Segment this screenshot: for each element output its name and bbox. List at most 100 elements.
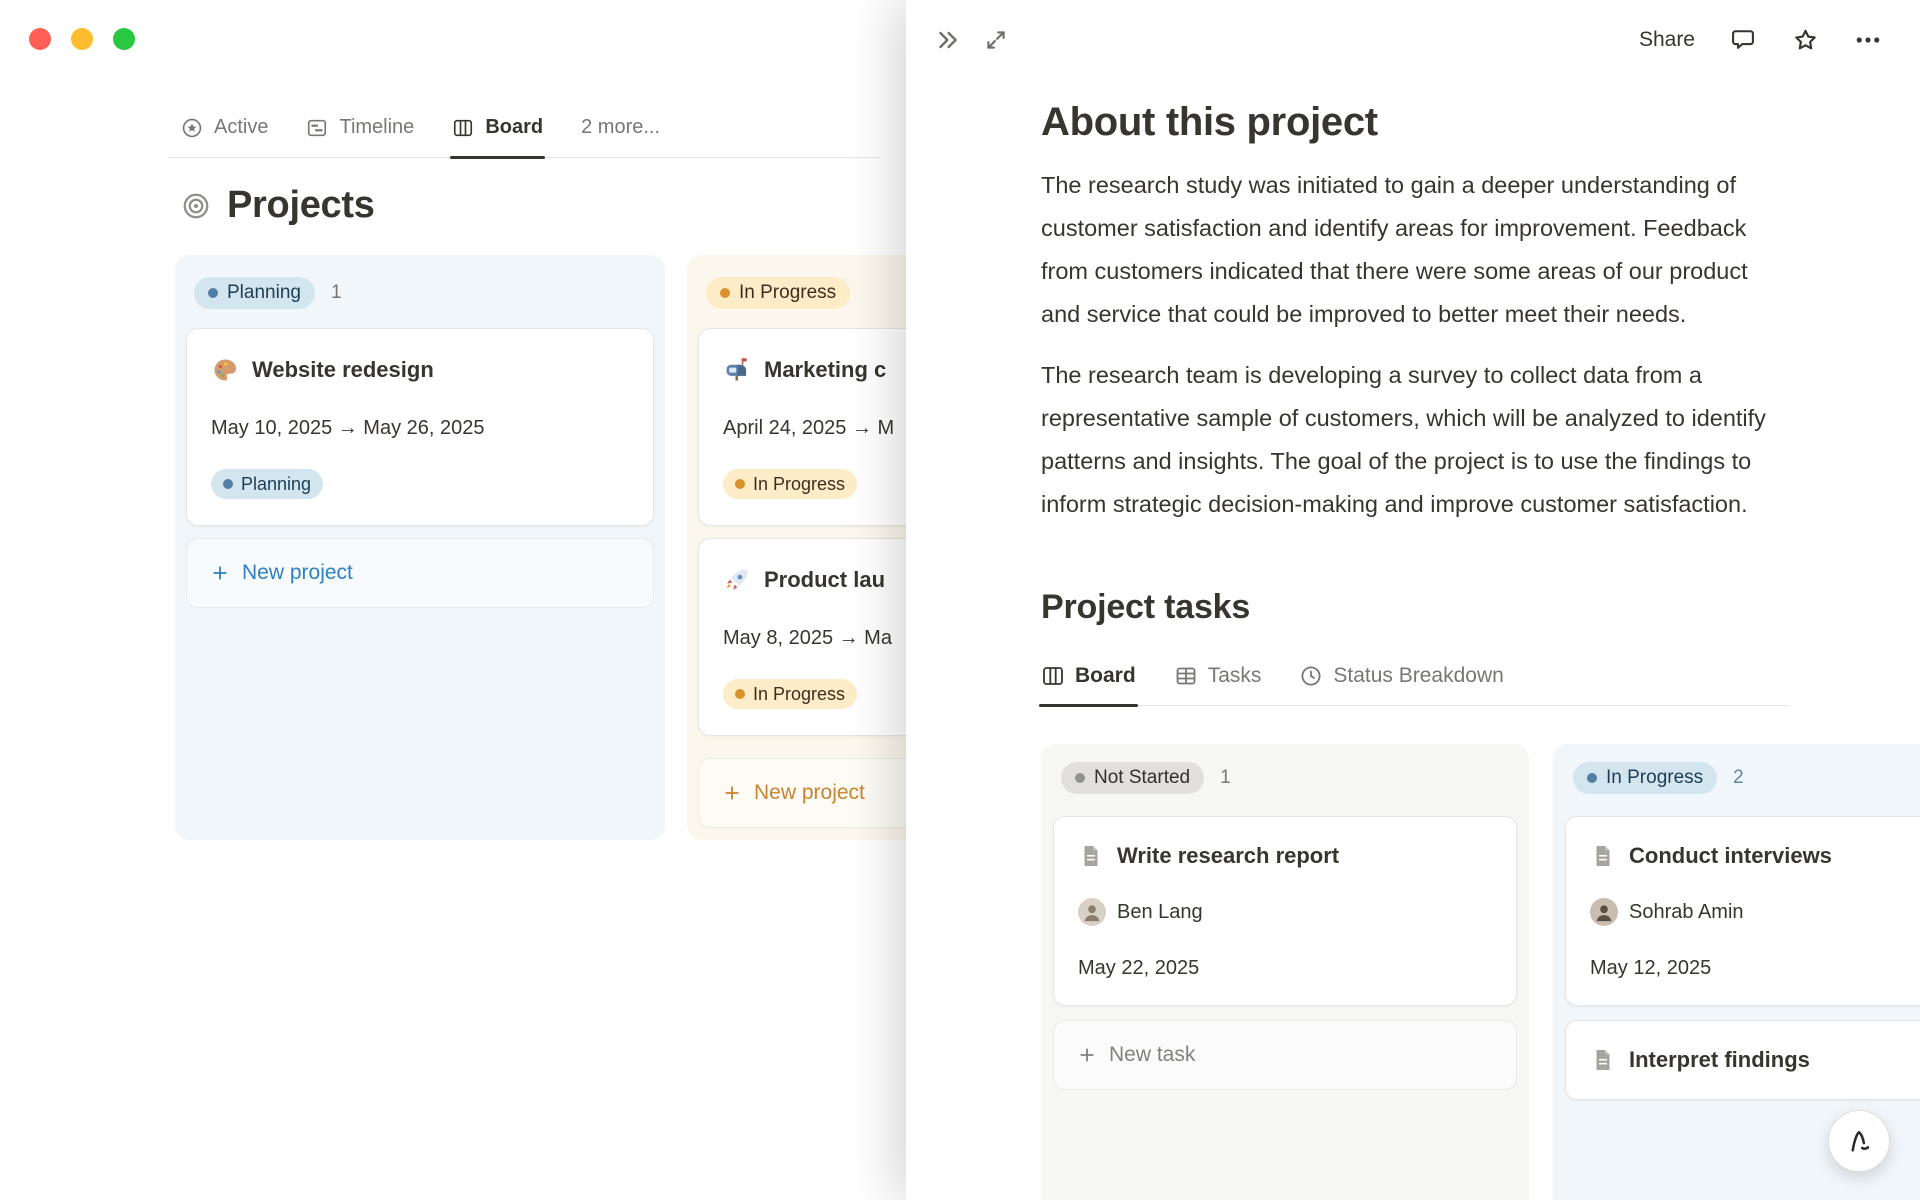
mailbox-icon (726, 358, 747, 381)
task-card-interpret-findings[interactable]: Interpret findings (1565, 1020, 1920, 1100)
tab-status-breakdown[interactable]: Status Breakdown (1299, 664, 1504, 688)
status-label: In Progress (753, 473, 846, 494)
tab-board[interactable]: Board (1039, 664, 1138, 707)
ellipsis-icon (1856, 37, 1880, 43)
double-chevron-right-icon (939, 31, 957, 49)
kanban-column-planning: Planning 1 Website redesign May 10, 2025… (175, 255, 665, 840)
status-dot (1075, 773, 1085, 783)
card-title: Conduct interviews (1629, 843, 1832, 868)
close-peek-button[interactable] (934, 26, 962, 54)
zoom-button[interactable] (113, 28, 135, 50)
card-date: May 12, 2025 (1590, 957, 1712, 979)
status-label: Planning (227, 282, 301, 303)
expand-diagonal-icon (987, 31, 1005, 49)
favorite-button[interactable] (1791, 26, 1820, 55)
assignee-name: Sohrab Amin (1629, 901, 1744, 923)
tab-timeline[interactable]: Timeline (306, 98, 414, 157)
share-button[interactable]: Share (1639, 28, 1695, 52)
more-views-label: 2 more... (581, 116, 661, 138)
paragraph-block[interactable]: The research team is developing a survey… (1041, 354, 1783, 526)
star-outline-icon (1795, 29, 1816, 49)
peek-toolbar: Share (906, 0, 1920, 80)
tab-label: Active (214, 116, 269, 138)
expand-page-button[interactable] (983, 27, 1009, 53)
tasks-kanban-board: Not Started 1 Write research report Ben … (1041, 744, 1920, 1200)
table-icon (1176, 667, 1196, 685)
assignee-name: Ben Lang (1117, 901, 1203, 923)
person-icon (1596, 905, 1612, 922)
status-dot (735, 689, 745, 699)
status-pill-not-started[interactable]: Not Started (1061, 762, 1205, 794)
comments-button[interactable] (1729, 26, 1757, 54)
status-pill-planning[interactable]: Planning (194, 277, 315, 309)
new-task-button[interactable]: New task (1053, 1020, 1517, 1090)
more-options-button[interactable] (1854, 26, 1882, 54)
page-heading[interactable]: About this project (1041, 98, 1920, 146)
card-title: Website redesign (252, 357, 434, 382)
board-icon (454, 119, 473, 136)
target-icon (183, 193, 209, 218)
task-card-conduct-interviews[interactable]: Conduct interviews Sohrab Amin May 12, 2… (1565, 816, 1920, 1006)
status-label: Planning (241, 473, 312, 494)
status-dot (223, 479, 233, 489)
palette-icon (214, 359, 237, 381)
new-project-label: New project (754, 781, 865, 804)
tab-label: Tasks (1207, 664, 1262, 687)
card-title: Marketing c (764, 357, 887, 382)
tab-label: Status Breakdown (1333, 664, 1504, 687)
paragraph-block[interactable]: The research study was initiated to gain… (1041, 164, 1783, 336)
tab-board[interactable]: Board (450, 98, 545, 159)
avatar (1590, 898, 1618, 926)
page-icon (1084, 846, 1098, 866)
card-status-badge: In Progress (723, 679, 858, 709)
column-count: 1 (1220, 767, 1231, 788)
status-label: In Progress (753, 683, 846, 704)
card-title: Interpret findings (1629, 1047, 1810, 1072)
card-title: Write research report (1117, 843, 1340, 868)
plus-icon (725, 786, 739, 800)
card-title: Product lau (764, 567, 886, 592)
status-dot (208, 288, 218, 298)
card-date: May 22, 2025 (1078, 957, 1200, 979)
minimize-button[interactable] (71, 28, 93, 50)
task-card-write-research-report[interactable]: Write research report Ben Lang May 22, 2… (1053, 816, 1517, 1006)
status-pill-in-progress[interactable]: In Progress (1573, 762, 1718, 794)
new-task-label: New task (1109, 1043, 1196, 1066)
status-dot (1587, 773, 1597, 783)
status-dot (720, 288, 730, 298)
project-card-website-redesign[interactable]: Website redesign May 10, 2025 → May 26, … (186, 328, 654, 526)
new-project-button[interactable]: New project (186, 538, 654, 608)
ai-scribble-icon (1851, 1130, 1870, 1152)
section-heading[interactable]: Project tasks (1041, 586, 1920, 628)
peek-page-content: About this project The research study wa… (906, 80, 1920, 1200)
status-label: Not Started (1094, 767, 1191, 788)
tab-label: Timeline (339, 116, 415, 138)
card-date-range: May 10, 2025 → May 26, 2025 (211, 417, 485, 439)
card-status-badge: In Progress (723, 469, 858, 499)
tab-active[interactable]: Active (181, 98, 268, 157)
rocket-icon (726, 569, 748, 590)
more-views-button[interactable]: 2 more... (581, 98, 660, 157)
column-header: Planning 1 (194, 277, 646, 309)
column-count: 2 (1733, 767, 1744, 788)
card-status-badge: Planning (211, 469, 324, 499)
column-header: Not Started 1 (1061, 762, 1509, 794)
window-controls (29, 28, 135, 50)
timeline-icon (308, 119, 327, 136)
notion-ai-button[interactable] (1828, 1110, 1890, 1172)
tab-label: Board (1075, 664, 1136, 687)
status-pill-in-progress[interactable]: In Progress (706, 277, 851, 309)
column-header: In Progress 2 (1573, 762, 1920, 794)
close-button[interactable] (29, 28, 51, 50)
star-circle-icon (182, 118, 202, 137)
database-title[interactable]: Projects (181, 184, 375, 227)
comment-bubble-icon (1732, 30, 1754, 49)
status-label: In Progress (739, 282, 837, 303)
status-label: In Progress (1606, 767, 1704, 788)
new-project-label: New project (242, 561, 353, 584)
tasks-view-tabs: Board Tasks Status Breakdown (1039, 664, 1789, 707)
side-peek-panel: Share About this project The research st… (906, 0, 1920, 1200)
tab-tasks[interactable]: Tasks (1174, 664, 1262, 688)
status-dot (735, 479, 745, 489)
page-icon (1596, 1050, 1610, 1070)
